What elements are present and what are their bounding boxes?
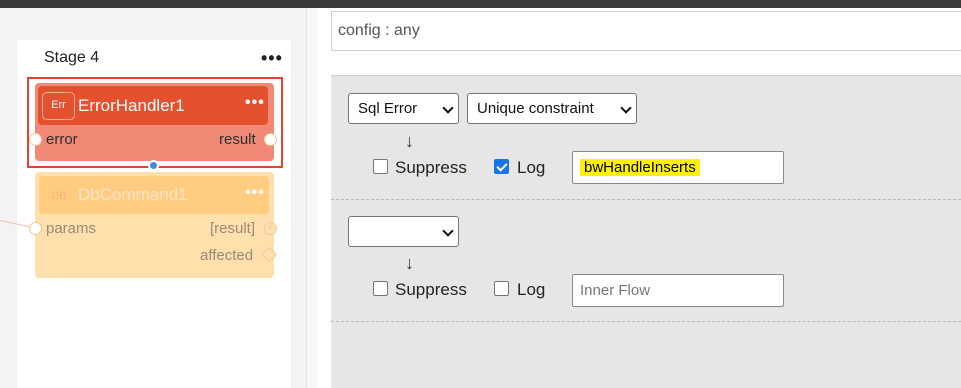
rule-separator xyxy=(331,321,961,322)
log-checkbox[interactable] xyxy=(494,281,509,296)
error-type-value: Sql Error xyxy=(358,100,418,117)
suppress-label: Suppress xyxy=(395,158,467,177)
log-checkbox[interactable] xyxy=(494,159,509,174)
stage-title: Stage 4 xyxy=(44,49,100,66)
error-input-port-label: error xyxy=(46,131,78,148)
error-subtype-select[interactable]: Unique constraint xyxy=(467,93,637,124)
node-connector-dot-icon[interactable] xyxy=(148,160,159,171)
error-input-port-icon[interactable] xyxy=(29,133,42,146)
error-handler-name: ErrorHandler1 xyxy=(78,96,185,115)
inner-flow-input[interactable]: Inner Flow xyxy=(572,274,784,307)
suppress-label: Suppress xyxy=(395,280,467,299)
log-label: Log xyxy=(517,280,546,299)
chevron-down-icon xyxy=(442,102,454,114)
suppress-checkbox[interactable] xyxy=(373,281,388,296)
result-output-port-label: [result] xyxy=(210,220,256,237)
stage-menu-icon[interactable]: ••• xyxy=(261,49,283,67)
inner-flow-input[interactable]: bwHandleInserts xyxy=(572,151,784,184)
add-port-icon[interactable]: + xyxy=(264,222,277,235)
error-type-select[interactable]: Sql Error xyxy=(348,93,459,124)
error-subtype-value: Unique constraint xyxy=(477,100,594,117)
suppress-checkbox[interactable] xyxy=(373,159,388,174)
error-type-select[interactable] xyxy=(348,216,459,247)
config-field[interactable] xyxy=(331,11,961,51)
chevron-down-icon xyxy=(620,102,632,114)
params-input-port-icon[interactable] xyxy=(29,222,42,235)
top-bar xyxy=(0,0,961,8)
chevron-down-icon xyxy=(442,225,454,237)
config-label: config : any xyxy=(338,22,420,39)
result-output-port-icon[interactable] xyxy=(264,133,277,146)
rule-separator xyxy=(331,199,961,200)
inner-flow-value: bwHandleInserts xyxy=(580,159,700,176)
db-command-menu-icon[interactable]: ••• xyxy=(245,185,265,201)
result-output-port-label: result xyxy=(219,131,256,148)
error-handler-menu-icon[interactable]: ••• xyxy=(245,95,265,111)
down-arrow-icon: ↓ xyxy=(405,253,414,273)
workflow-editor: Stage 4 ••• Err ErrorHandler1 ••• error … xyxy=(0,0,961,388)
down-arrow-icon: ↓ xyxy=(405,131,414,151)
db-command-name: DbCommand1 xyxy=(78,185,188,204)
inner-flow-placeholder: Inner Flow xyxy=(580,282,651,299)
params-input-port-label: params xyxy=(46,220,97,237)
affected-output-port-label: affected xyxy=(200,247,254,264)
panel-splitter[interactable] xyxy=(306,8,318,388)
error-handler-badge-icon: Err xyxy=(42,92,75,120)
db-command-badge-icon: DB xyxy=(51,190,67,202)
log-label: Log xyxy=(517,158,546,177)
